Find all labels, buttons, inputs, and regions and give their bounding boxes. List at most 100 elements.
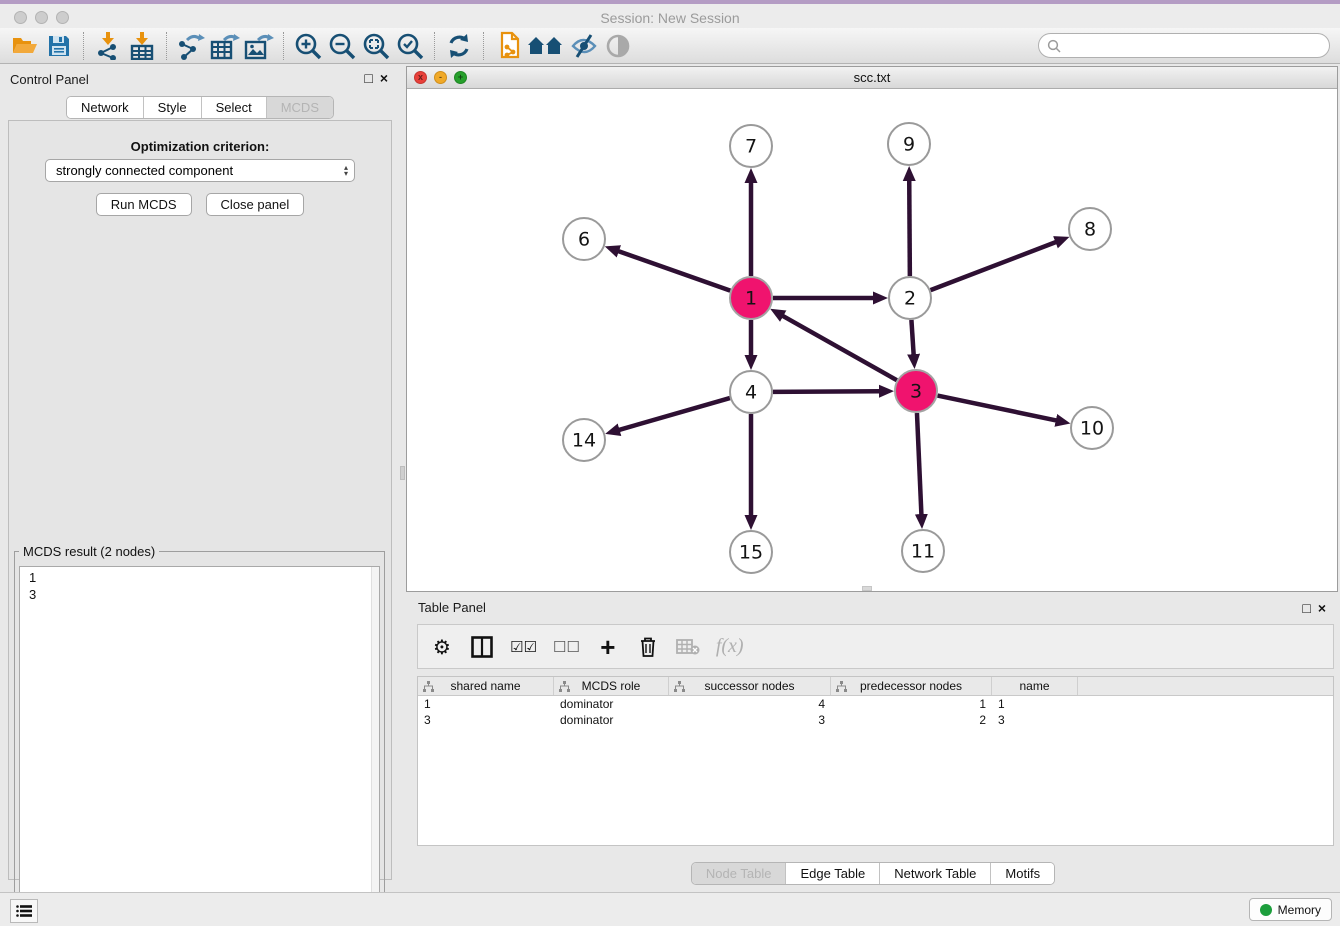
- cell-successor-nodes[interactable]: 4: [669, 696, 831, 712]
- memory-button[interactable]: Memory: [1249, 898, 1332, 921]
- cell-mcds-role[interactable]: dominator: [554, 696, 669, 712]
- graph-edge-3-11[interactable]: [917, 413, 921, 515]
- tab-style[interactable]: Style: [144, 97, 202, 118]
- tab-edge-table[interactable]: Edge Table: [786, 863, 880, 884]
- add-column-icon[interactable]: +: [596, 633, 620, 661]
- cell-shared-name[interactable]: 3: [418, 712, 554, 728]
- tab-select[interactable]: Select: [202, 97, 267, 118]
- search-input[interactable]: [1061, 36, 1329, 56]
- float-panel-icon[interactable]: □: [364, 70, 372, 86]
- network-graph[interactable]: 1234678910111415: [407, 89, 1337, 591]
- export-image-icon[interactable]: [242, 30, 276, 62]
- splitter-grip-horizontal[interactable]: [862, 586, 872, 591]
- graph-node-label: 8: [1084, 219, 1096, 241]
- open-session-icon[interactable]: [8, 30, 42, 62]
- duplicate-network-icon[interactable]: [491, 30, 525, 62]
- cell-successor-nodes[interactable]: 3: [669, 712, 831, 728]
- result-scrollbar[interactable]: [371, 567, 379, 926]
- show-column-pane-icon[interactable]: [470, 633, 494, 661]
- toolbar-separator: [483, 32, 484, 60]
- graph-edge-3-1[interactable]: [782, 316, 896, 381]
- network-close-icon[interactable]: x: [414, 71, 427, 84]
- delete-column-icon[interactable]: [636, 633, 660, 661]
- import-network-icon[interactable]: [91, 30, 125, 62]
- column-header-name[interactable]: name: [992, 677, 1078, 695]
- network-window-titlebar[interactable]: scc.txt x - +: [407, 67, 1337, 89]
- close-panel-button[interactable]: Close panel: [206, 193, 305, 216]
- close-panel-icon[interactable]: ×: [380, 70, 388, 86]
- network-minimize-icon[interactable]: -: [434, 71, 447, 84]
- save-session-icon[interactable]: [42, 30, 76, 62]
- tab-network-table[interactable]: Network Table: [880, 863, 991, 884]
- node-table-header: shared name MCDS role successor nodes pr…: [418, 677, 1333, 696]
- select-all-checkboxes-icon[interactable]: ☑☑: [510, 633, 537, 661]
- graph-node-label: 6: [578, 229, 590, 251]
- column-header-successor-nodes[interactable]: successor nodes: [669, 677, 831, 695]
- float-table-panel-icon[interactable]: □: [1302, 600, 1310, 616]
- splitter-grip-vertical[interactable]: [400, 466, 405, 480]
- cell-shared-name[interactable]: 1: [418, 696, 554, 712]
- tab-motifs[interactable]: Motifs: [991, 863, 1054, 884]
- graph-node-label: 9: [903, 134, 915, 156]
- table-row[interactable]: 1 dominator 4 1 1: [418, 696, 1333, 712]
- cell-name[interactable]: 1: [992, 696, 1078, 712]
- hide-eye-icon[interactable]: [567, 30, 601, 62]
- tab-node-table[interactable]: Node Table: [692, 863, 787, 884]
- cell-mcds-role[interactable]: dominator: [554, 712, 669, 728]
- graph-edge-4-3[interactable]: [773, 391, 880, 392]
- control-panel-tabs: Network Style Select MCDS: [66, 96, 334, 119]
- zoom-in-icon[interactable]: [291, 30, 325, 62]
- column-header-mcds-role[interactable]: MCDS role: [554, 677, 669, 695]
- column-header-shared-name[interactable]: shared name: [418, 677, 554, 695]
- close-table-panel-icon[interactable]: ×: [1318, 600, 1326, 616]
- table-panel: Table Panel □ × ⚙ ☑☑ ☐☐ + f(x) shared na…: [406, 594, 1340, 892]
- tab-mcds[interactable]: MCDS: [267, 97, 333, 118]
- memory-status-icon: [1260, 904, 1272, 916]
- graph-node-label: 10: [1080, 418, 1104, 440]
- graph-node-label: 14: [572, 430, 596, 452]
- eye-disabled-icon[interactable]: [601, 30, 635, 62]
- mcds-result-group: MCDS result (2 nodes) 1 3: [14, 551, 385, 926]
- zoom-out-icon[interactable]: [325, 30, 359, 62]
- zoom-fit-icon[interactable]: [359, 30, 393, 62]
- graph-edge-4-14[interactable]: [619, 398, 730, 430]
- graph-edge-1-6[interactable]: [618, 251, 730, 291]
- graph-edge-2-3[interactable]: [911, 320, 913, 355]
- cell-name[interactable]: 3: [992, 712, 1078, 728]
- settings-gear-icon[interactable]: ⚙: [430, 633, 454, 661]
- optimization-criterion-label: Optimization criterion:: [9, 139, 391, 154]
- mcds-result-textarea[interactable]: 1 3: [19, 566, 380, 926]
- graph-node-label: 7: [745, 136, 757, 158]
- cell-predecessor-nodes[interactable]: 1: [831, 696, 992, 712]
- tab-network[interactable]: Network: [67, 97, 144, 118]
- import-table-icon[interactable]: [125, 30, 159, 62]
- task-history-button[interactable]: [10, 899, 38, 923]
- cell-predecessor-nodes[interactable]: 2: [831, 712, 992, 728]
- network-view-window: scc.txt x - + 1234678910111415: [406, 66, 1338, 592]
- network-zoom-icon[interactable]: +: [454, 71, 467, 84]
- export-table-icon[interactable]: [208, 30, 242, 62]
- export-network-icon[interactable]: [174, 30, 208, 62]
- graph-node-label: 4: [745, 382, 757, 404]
- home-icon[interactable]: [525, 30, 567, 62]
- table-tabs: Node Table Edge Table Network Table Moti…: [691, 862, 1055, 885]
- unselect-all-checkboxes-icon[interactable]: ☐☐: [553, 633, 580, 661]
- control-panel: Control Panel □ × Network Style Select M…: [0, 64, 400, 892]
- apply-layout-icon[interactable]: [442, 30, 476, 62]
- zoom-selected-icon[interactable]: [393, 30, 427, 62]
- graph-edge-3-10[interactable]: [938, 396, 1057, 421]
- graph-edge-2-9[interactable]: [909, 180, 910, 276]
- graph-node-label: 15: [739, 542, 763, 564]
- criterion-select[interactable]: strongly connected component ▴▾: [45, 159, 355, 182]
- table-row[interactable]: 3 dominator 3 2 3: [418, 712, 1333, 728]
- toolbar-separator: [434, 32, 435, 60]
- graph-node-label: 11: [911, 541, 935, 563]
- search-box[interactable]: [1038, 33, 1330, 58]
- run-mcds-button[interactable]: Run MCDS: [96, 193, 192, 216]
- column-header-predecessor-nodes[interactable]: predecessor nodes: [831, 677, 992, 695]
- graph-edge-2-8[interactable]: [931, 242, 1057, 290]
- graph-node-label: 2: [904, 288, 916, 310]
- table-panel-title: Table Panel: [418, 600, 486, 615]
- search-icon: [1047, 39, 1061, 53]
- toolbar-separator: [283, 32, 284, 60]
